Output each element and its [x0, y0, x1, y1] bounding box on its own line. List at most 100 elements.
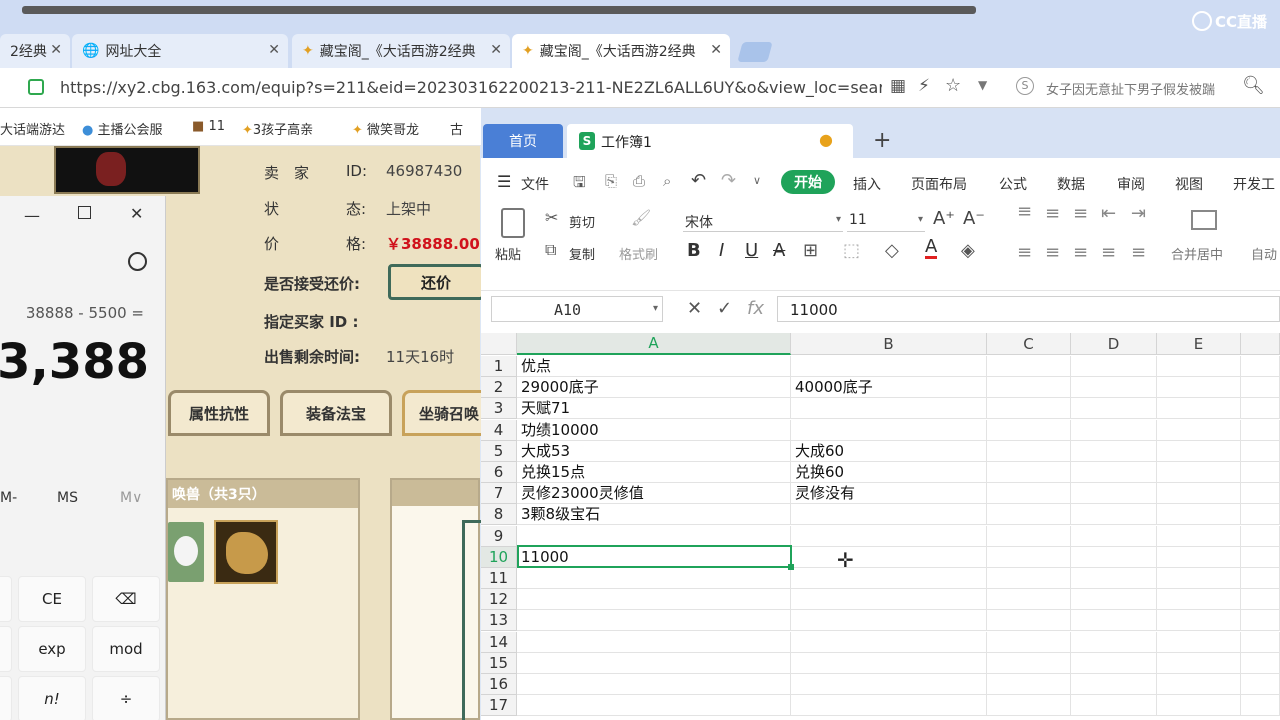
cell-a[interactable] — [517, 610, 791, 631]
strikethrough-icon[interactable]: A — [773, 240, 785, 261]
cell-f[interactable] — [1241, 568, 1280, 589]
cell-d[interactable] — [1071, 589, 1157, 610]
cell-f[interactable] — [1241, 695, 1280, 716]
maximize-icon[interactable] — [78, 206, 91, 219]
row-header[interactable]: 6 — [481, 462, 517, 483]
minimize-icon[interactable]: — — [24, 206, 40, 225]
cell-e[interactable] — [1157, 398, 1241, 419]
cell-b[interactable]: 大成60 — [791, 441, 987, 462]
mem-store-button[interactable]: MS — [57, 490, 78, 506]
cell-e[interactable] — [1157, 568, 1241, 589]
preview-icon[interactable]: ⌕ — [663, 172, 671, 190]
cell-c[interactable] — [987, 632, 1071, 653]
cell-d[interactable] — [1071, 420, 1157, 441]
cell-d[interactable] — [1071, 695, 1157, 716]
row-header[interactable]: 3 — [481, 398, 517, 419]
cell-e[interactable] — [1157, 589, 1241, 610]
distribute-icon[interactable]: ≡ — [1131, 242, 1146, 263]
cell-f[interactable] — [1241, 377, 1280, 398]
cell-c[interactable] — [987, 547, 1071, 568]
close-icon[interactable]: ✕ — [50, 42, 62, 58]
row-header[interactable]: 4 — [481, 420, 517, 441]
cell-b[interactable]: 灵修没有 — [791, 483, 987, 504]
blank-key[interactable] — [0, 626, 12, 672]
bookmark-item[interactable]: ✦3孩子高亲 — [242, 119, 313, 138]
justify-icon[interactable]: ≡ — [1101, 242, 1116, 263]
row-header[interactable]: 7 — [481, 483, 517, 504]
browser-tab-1[interactable]: 2经典 ✕ — [0, 34, 70, 68]
border-icon[interactable]: ⊞ — [803, 240, 818, 261]
cell-e[interactable] — [1157, 674, 1241, 695]
cell-e[interactable] — [1157, 526, 1241, 547]
cell-e[interactable] — [1157, 483, 1241, 504]
cell-c[interactable] — [987, 462, 1071, 483]
cell-c[interactable] — [987, 695, 1071, 716]
tab-workbook[interactable]: S 工作簿1 ● — [567, 124, 853, 158]
select-all-corner[interactable] — [481, 333, 517, 355]
cell-style-icon[interactable]: ⬚ — [843, 240, 860, 261]
exp-button[interactable]: exp — [18, 626, 86, 672]
cell-b[interactable] — [791, 504, 987, 525]
mem-list-button[interactable]: M∨ — [120, 490, 142, 506]
row-header[interactable]: 8 — [481, 504, 517, 525]
cell-b[interactable] — [791, 547, 987, 568]
cell-f[interactable] — [1241, 441, 1280, 462]
cell-a[interactable] — [517, 589, 791, 610]
bookmark-item[interactable]: 古 — [450, 119, 463, 138]
menu-data[interactable]: 数据 — [1057, 174, 1085, 194]
formula-input[interactable]: 11000 — [777, 296, 1280, 322]
tab-mounts[interactable]: 坐骑召唤 — [402, 390, 492, 436]
cell-b[interactable] — [791, 356, 987, 377]
browser-tab-3[interactable]: ✦ 藏宝阁_《大话西游2经典 ✕ — [292, 34, 510, 68]
bookmark-item[interactable]: ✦ 微笑哥龙 — [352, 119, 419, 138]
cell-a[interactable]: 天赋71 — [517, 398, 791, 419]
redo-icon[interactable]: ↷ — [721, 170, 736, 191]
cell-d[interactable] — [1071, 653, 1157, 674]
align-left-icon[interactable]: ≡ — [1017, 242, 1032, 263]
cell-f[interactable] — [1241, 398, 1280, 419]
cell-c[interactable] — [987, 356, 1071, 377]
auto-wrap-button[interactable]: 自动 — [1251, 244, 1277, 263]
fill-handle[interactable] — [788, 564, 794, 570]
print-icon[interactable]: ⎙ — [633, 172, 645, 190]
cell-a[interactable] — [517, 568, 791, 589]
menu-view[interactable]: 视图 — [1175, 174, 1203, 194]
cell-d[interactable] — [1071, 547, 1157, 568]
lightning-icon[interactable]: ⚡ — [918, 76, 930, 96]
cell-c[interactable] — [987, 483, 1071, 504]
history-icon[interactable] — [128, 252, 147, 271]
row-header[interactable]: 15 — [481, 653, 517, 674]
qr-code-icon[interactable]: ▦ — [890, 76, 906, 96]
clear-format-icon[interactable]: ◈ — [961, 240, 975, 261]
cell-d[interactable] — [1071, 356, 1157, 377]
cut-button[interactable]: 剪切 — [569, 212, 595, 231]
cell-f[interactable] — [1241, 610, 1280, 631]
cell-b[interactable]: 40000底子 — [791, 377, 987, 398]
cell-d[interactable] — [1071, 377, 1157, 398]
column-header-f[interactable] — [1241, 333, 1280, 355]
new-tab-button[interactable] — [737, 42, 773, 62]
cell-c[interactable] — [987, 504, 1071, 525]
cell-c[interactable] — [987, 441, 1071, 462]
cell-a[interactable] — [517, 653, 791, 674]
cell-f[interactable] — [1241, 632, 1280, 653]
cell-f[interactable] — [1241, 462, 1280, 483]
export-icon[interactable]: ⎘ — [605, 172, 617, 190]
divide-button[interactable]: ÷ — [92, 676, 160, 720]
column-header-c[interactable]: C — [987, 333, 1071, 355]
indent-decrease-icon[interactable]: ⇤ — [1101, 205, 1116, 223]
row-header[interactable]: 10 — [481, 547, 517, 568]
cell-e[interactable] — [1157, 441, 1241, 462]
cell-a[interactable]: 3颗8级宝石 — [517, 504, 791, 525]
cell-e[interactable] — [1157, 695, 1241, 716]
cell-c[interactable] — [987, 377, 1071, 398]
cell-e[interactable] — [1157, 632, 1241, 653]
menu-insert[interactable]: 插入 — [853, 174, 881, 194]
cell-a[interactable]: 29000底子 — [517, 377, 791, 398]
mem-minus-button[interactable]: M- — [0, 490, 17, 506]
close-icon[interactable]: ✕ — [268, 42, 280, 58]
cell-f[interactable] — [1241, 420, 1280, 441]
factorial-button[interactable]: n! — [18, 676, 86, 720]
copy-icon[interactable]: ⧉ — [545, 240, 556, 260]
save-icon[interactable]: 🖫 — [573, 172, 586, 197]
